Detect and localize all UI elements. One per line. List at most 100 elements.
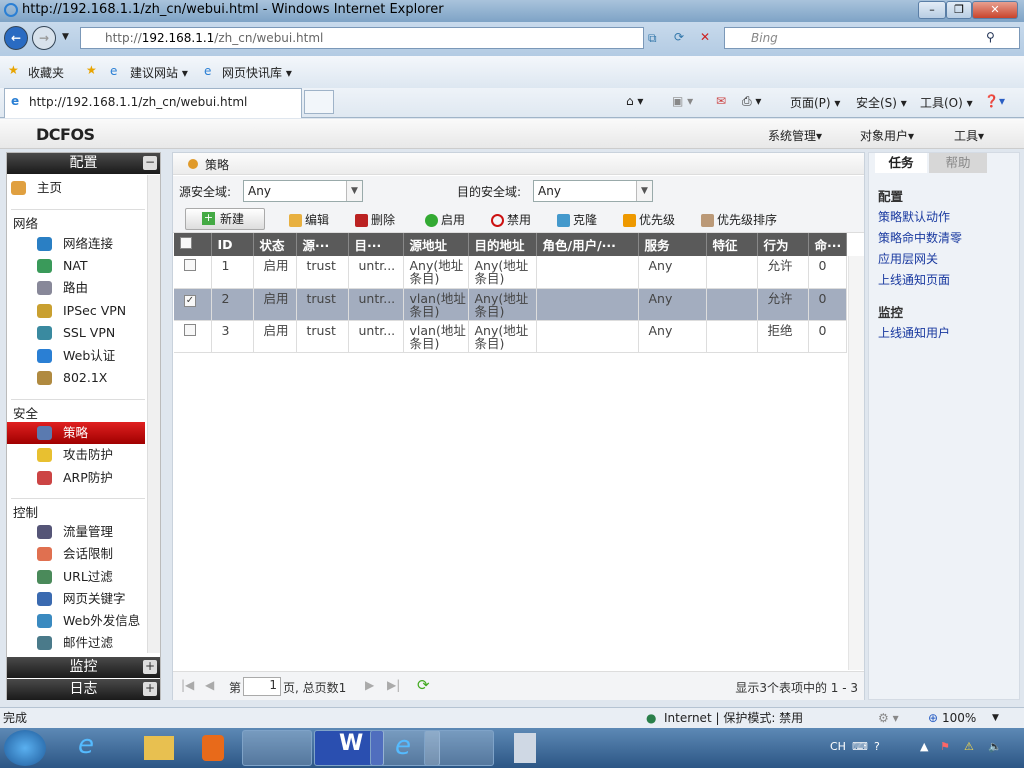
src-zone-select[interactable]: Any ▼	[243, 180, 363, 202]
dst-zone-select[interactable]: Any ▼	[533, 180, 653, 202]
row-checkbox[interactable]: ✓	[184, 294, 196, 307]
menu-objects-users[interactable]: 对象用户▾	[860, 127, 914, 144]
column-header[interactable]: 状态	[253, 233, 297, 256]
table-row[interactable]: 1 启用 trust untr... Any(地址条目) Any(地址条目) Any 允许 0	[174, 256, 847, 289]
web-slice-gallery[interactable]: 网页快讯库 ▾	[222, 64, 292, 81]
back-button[interactable]: ←	[4, 26, 28, 50]
taskbar-document[interactable]	[488, 730, 558, 766]
sidebar-item[interactable]: 攻击防护	[7, 444, 145, 466]
taskbar-ie-pinned[interactable]: e	[52, 730, 122, 766]
table-scrollbar[interactable]	[848, 256, 864, 670]
select-all-header[interactable]	[174, 233, 212, 256]
sidebar-item[interactable]: 策略	[7, 422, 145, 444]
language-indicator[interactable]: CH	[830, 740, 846, 753]
tab-help[interactable]: 帮助	[929, 153, 987, 173]
column-header[interactable]: 命···	[808, 233, 847, 256]
favorites-button[interactable]: 收藏夹	[28, 64, 64, 81]
action-center-icon[interactable]: ⚑	[940, 740, 950, 753]
add-favorite-icon[interactable]: ★	[86, 63, 97, 77]
show-hidden-icons[interactable]: ▲	[920, 740, 928, 753]
new-button[interactable]: + 新建	[185, 208, 265, 230]
priority-sort-button[interactable]: 优先级排序	[701, 210, 777, 230]
feeds-icon[interactable]: ▣ ▾	[672, 94, 693, 108]
browser-tab[interactable]: e http://192.168.1.1/zh_cn/webui.html	[4, 88, 302, 118]
sidebar-section-config[interactable]: 配置 −	[7, 153, 160, 174]
link-alg[interactable]: 应用层网关	[878, 250, 938, 267]
menu-system-admin[interactable]: 系统管理▾	[768, 127, 822, 144]
network-warning-icon[interactable]: ⚠	[964, 740, 974, 753]
safety-menu[interactable]: 安全(S) ▾	[856, 94, 907, 111]
start-button[interactable]	[4, 730, 46, 766]
link-clear-hits[interactable]: 策略命中数清零	[878, 229, 962, 246]
table-row[interactable]: ✓ 2 启用 trust untr... vlan(地址条目) Any(地址条目) Any 允许…	[174, 288, 847, 321]
help-tray-icon[interactable]: ?	[874, 740, 880, 753]
column-header[interactable]: 角色/用户/···	[536, 233, 639, 256]
zoom-level[interactable]: 100%	[942, 708, 976, 728]
sidebar-item[interactable]: IPSec VPN	[7, 300, 145, 322]
forward-button[interactable]: →	[32, 26, 56, 50]
first-page-icon[interactable]: |◀	[181, 678, 194, 692]
delete-button[interactable]: 删除	[355, 210, 395, 230]
taskbar-image-viewer[interactable]	[424, 730, 494, 766]
refresh-icon[interactable]: ⟳	[674, 30, 684, 44]
sidebar-section-log[interactable]: 日志 +	[7, 679, 160, 700]
menu-tools[interactable]: 工具▾	[954, 127, 984, 144]
mail-icon[interactable]: ✉	[716, 94, 726, 108]
column-header[interactable]: 目的地址	[468, 233, 537, 256]
page-menu[interactable]: 页面(P) ▾	[790, 94, 840, 111]
keyboard-icon[interactable]: ⌨	[852, 740, 868, 753]
column-header[interactable]: ID	[211, 233, 254, 256]
new-tab-button[interactable]	[304, 90, 334, 114]
suggested-sites[interactable]: 建议网站 ▾	[130, 64, 188, 81]
row-checkbox[interactable]	[184, 259, 196, 271]
column-header[interactable]: 特征	[706, 233, 758, 256]
column-header[interactable]: 服务	[638, 233, 707, 256]
close-window-button[interactable]: ✕	[972, 1, 1018, 19]
volume-icon[interactable]: 🔈	[988, 740, 1002, 753]
page-number-input[interactable]: 1	[243, 677, 281, 696]
enable-button[interactable]: 启用	[425, 210, 465, 230]
add-ons-icon[interactable]: ⚙ ▾	[878, 708, 899, 728]
search-icon[interactable]: ⚲	[986, 30, 995, 44]
home-icon[interactable]: ⌂ ▾	[626, 94, 643, 108]
sidebar-item[interactable]: ARP防护	[7, 467, 145, 489]
expand-icon[interactable]: +	[143, 660, 157, 674]
cell-checkbox[interactable]	[174, 256, 212, 289]
sidebar-item[interactable]: 802.1X	[7, 367, 145, 389]
column-header[interactable]: 源···	[296, 233, 349, 256]
taskbar-app-security[interactable]	[242, 730, 312, 766]
minimize-button[interactable]: –	[918, 1, 946, 19]
sidebar-item[interactable]: Web认证	[7, 345, 145, 367]
link-online-notice-page[interactable]: 上线通知页面	[878, 271, 950, 288]
zoom-dropdown-icon[interactable]: ▼	[992, 708, 999, 728]
link-default-action[interactable]: 策略默认动作	[878, 208, 950, 225]
prev-page-icon[interactable]: ◀	[205, 678, 214, 692]
sidebar-item[interactable]: 邮件过滤	[7, 632, 145, 654]
search-input[interactable]: Bing	[724, 27, 1020, 49]
taskbar-explorer[interactable]	[122, 730, 192, 766]
sidebar-item[interactable]: 流量管理	[7, 521, 145, 543]
refresh-icon[interactable]: ⟳	[417, 676, 430, 694]
sidebar-item[interactable]: 网络连接	[7, 233, 145, 255]
table-row[interactable]: 3 启用 trust untr... vlan(地址条目) Any(地址条目) Any 拒绝 0	[174, 320, 847, 353]
priority-button[interactable]: 优先级	[623, 210, 675, 230]
last-page-icon[interactable]: ▶|	[387, 678, 400, 692]
cell-checkbox[interactable]	[174, 320, 212, 353]
sidebar-item[interactable]: Web外发信息	[7, 610, 145, 632]
sidebar-item[interactable]: 网页关键字	[7, 588, 145, 610]
stop-icon[interactable]: ✕	[700, 30, 710, 44]
maximize-button[interactable]: ❐	[946, 1, 972, 19]
help-icon[interactable]: ❓▾	[984, 94, 1005, 108]
zoom-icon[interactable]: ⊕	[928, 708, 938, 728]
collapse-icon[interactable]: −	[143, 156, 157, 170]
column-header[interactable]: 源地址	[403, 233, 469, 256]
sidebar-item[interactable]: 路由	[7, 277, 145, 299]
column-header[interactable]: 行为	[757, 233, 809, 256]
link-online-notice-users[interactable]: 上线通知用户	[878, 324, 950, 341]
row-checkbox[interactable]	[184, 323, 196, 336]
print-icon[interactable]: ⎙ ▾	[742, 94, 761, 109]
tools-menu[interactable]: 工具(O) ▾	[920, 94, 973, 111]
expand-icon[interactable]: +	[143, 682, 157, 696]
sidebar-item[interactable]: NAT	[7, 255, 145, 277]
cell-checkbox[interactable]: ✓	[174, 288, 212, 321]
